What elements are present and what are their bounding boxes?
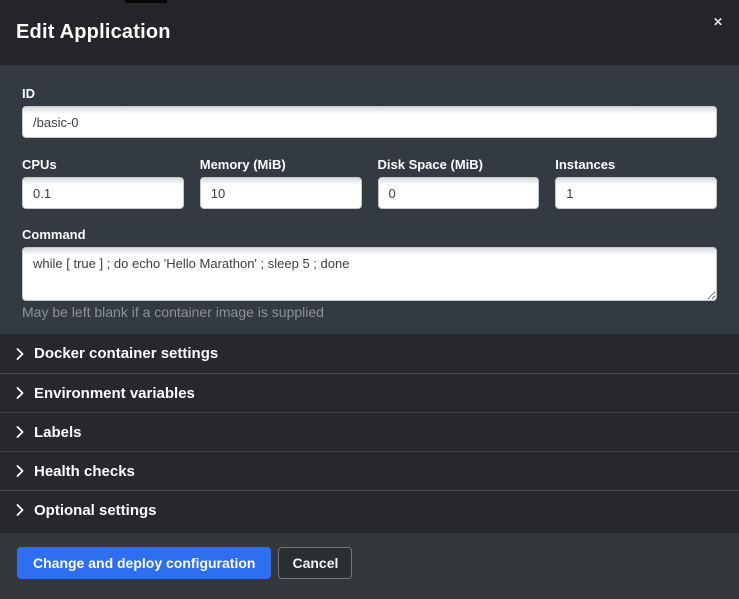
cancel-button[interactable]: Cancel — [278, 547, 352, 579]
section-label: Docker container settings — [34, 345, 218, 362]
close-icon[interactable]: ✕ — [711, 14, 725, 30]
disk-space-input[interactable] — [378, 177, 540, 209]
modal-footer: Change and deploy configuration Cancel — [0, 533, 739, 599]
command-help-text: May be left blank if a container image i… — [22, 304, 717, 321]
command-textarea[interactable]: while [ true ] ; do echo 'Hello Marathon… — [22, 247, 717, 301]
disk-space-field-label: Disk Space (MiB) — [378, 157, 540, 172]
memory-input[interactable] — [200, 177, 362, 209]
id-field-group: ID — [22, 86, 717, 138]
top-edge-artifact — [125, 0, 167, 3]
disk-space-field-group: Disk Space (MiB) — [378, 157, 540, 209]
section-label: Health checks — [34, 463, 135, 480]
section-docker-container-settings[interactable]: Docker container settings — [0, 334, 739, 373]
section-health-checks[interactable]: Health checks — [0, 451, 739, 490]
cpus-field-group: CPUs — [22, 157, 184, 209]
section-optional-settings[interactable]: Optional settings — [0, 490, 739, 529]
modal-header: Edit Application ✕ — [0, 0, 739, 65]
change-and-deploy-button[interactable]: Change and deploy configuration — [17, 547, 271, 579]
section-label: Environment variables — [34, 385, 195, 402]
command-field-label: Command — [22, 227, 717, 242]
command-field-group: Command while [ true ] ; do echo 'Hello … — [22, 227, 717, 321]
chevron-right-icon — [16, 465, 24, 477]
application-form: ID CPUs Memory (MiB) Disk Space (MiB) In… — [0, 65, 739, 334]
id-input[interactable] — [22, 106, 717, 138]
modal-title: Edit Application — [16, 21, 171, 44]
chevron-right-icon — [16, 387, 24, 399]
section-labels[interactable]: Labels — [0, 412, 739, 451]
instances-field-group: Instances — [555, 157, 717, 209]
collapsible-sections: Docker container settings Environment va… — [0, 334, 739, 533]
cpus-field-label: CPUs — [22, 157, 184, 172]
chevron-right-icon — [16, 348, 24, 360]
section-label: Labels — [34, 424, 82, 441]
section-label: Optional settings — [34, 502, 157, 519]
instances-input[interactable] — [555, 177, 717, 209]
memory-field-group: Memory (MiB) — [200, 157, 362, 209]
cpus-input[interactable] — [22, 177, 184, 209]
id-field-label: ID — [22, 86, 717, 101]
section-environment-variables[interactable]: Environment variables — [0, 373, 739, 412]
resource-fields-row: CPUs Memory (MiB) Disk Space (MiB) Insta… — [22, 157, 717, 209]
chevron-right-icon — [16, 504, 24, 516]
instances-field-label: Instances — [555, 157, 717, 172]
edit-application-modal: Edit Application ✕ ID CPUs Memory (MiB) … — [0, 0, 739, 599]
memory-field-label: Memory (MiB) — [200, 157, 362, 172]
chevron-right-icon — [16, 426, 24, 438]
